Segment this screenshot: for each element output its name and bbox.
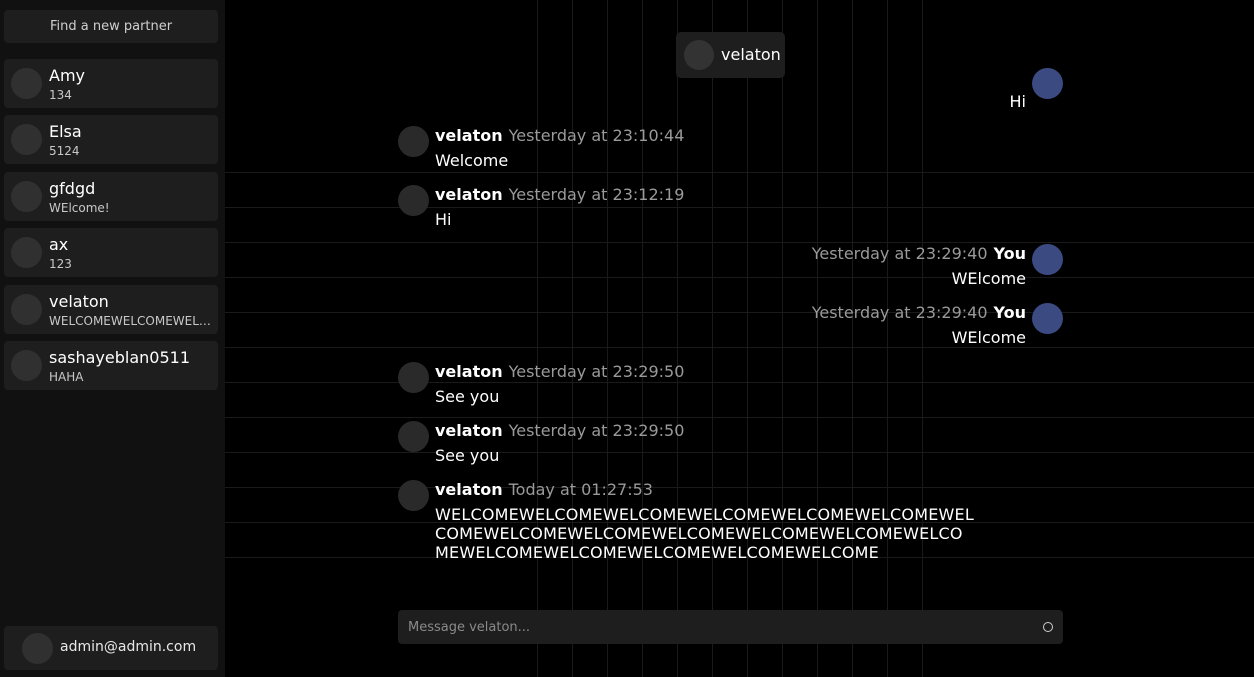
grid-line: [225, 172, 1254, 173]
grid-line: [225, 312, 1254, 313]
contact-last-message: WElcome!: [49, 201, 110, 215]
avatar: [398, 126, 429, 157]
contact-name: velaton: [49, 292, 109, 311]
contact-item-gfdgd[interactable]: gfdgd WElcome!: [4, 172, 218, 221]
contact-last-message: 5124: [49, 144, 80, 158]
contact-last-message: 134: [49, 88, 72, 102]
message-input[interactable]: [398, 610, 1018, 644]
message-text: Welcome: [435, 151, 509, 170]
grid-line: [225, 207, 1254, 208]
contact-item-ax[interactable]: ax 123: [4, 228, 218, 277]
message-text: WELCOMEWELCOMEWELCOMEWELCOMEWELCOMEWELCO…: [435, 505, 974, 562]
message-author: velaton: [435, 421, 503, 440]
message-time: Yesterday at 23:29:40: [811, 303, 988, 322]
contact-name: gfdgd: [49, 179, 96, 198]
account-email: admin@admin.com: [60, 639, 197, 655]
avatar: [1032, 68, 1063, 99]
account-panel[interactable]: admin@admin.com: [4, 626, 218, 670]
message-text: See you: [435, 446, 500, 465]
message-text: See you: [435, 387, 500, 406]
contact-last-message: HAHA: [49, 370, 84, 384]
grid-line: [225, 382, 1254, 383]
message-time: Yesterday at 23:29:40: [811, 244, 988, 263]
contact-name: sashayeblan0511: [49, 348, 190, 367]
message-author: velaton: [435, 362, 503, 381]
message-time: Yesterday at 23:10:44: [508, 126, 685, 145]
sidebar: Find a new partner Amy 134 Elsa 5124 gfd…: [0, 0, 225, 677]
message-text: Hi: [1009, 92, 1026, 111]
avatar: [22, 633, 53, 664]
message-time: Yesterday at 23:29:50: [508, 362, 685, 381]
contact-name: ax: [49, 235, 69, 254]
avatar: [1032, 303, 1063, 334]
contact-item-elsa[interactable]: Elsa 5124: [4, 115, 218, 164]
chat-panel: velaton Hi velaton Yesterday at 23:10:44 …: [225, 0, 1254, 677]
partner-name: velaton: [721, 45, 781, 64]
message-author: velaton: [435, 126, 503, 145]
contact-item-sashayeblan0511[interactable]: sashayeblan0511 HAHA: [4, 341, 218, 390]
message-time: Yesterday at 23:12:19: [508, 185, 685, 204]
grid-line: [225, 417, 1254, 418]
grid-line: [225, 452, 1254, 453]
message-text: WElcome: [951, 328, 1026, 347]
message-author: velaton: [435, 185, 503, 204]
avatar: [11, 68, 42, 99]
contact-name: Elsa: [49, 122, 82, 141]
send-icon[interactable]: [1043, 622, 1053, 632]
avatar: [398, 480, 429, 511]
message-author: velaton: [435, 480, 503, 499]
message-text: WElcome: [951, 269, 1026, 288]
contact-name: Amy: [49, 66, 85, 85]
contact-last-message: WELCOMEWELCOMEWELCOMEWELCOME: [49, 314, 214, 328]
grid-line: [225, 487, 1254, 488]
contact-last-message: 123: [49, 257, 72, 271]
avatar: [11, 294, 42, 325]
message-partial: Hi: [225, 68, 1254, 113]
message-author: You: [993, 244, 1027, 263]
partner-avatar: [684, 40, 714, 70]
message-time: Today at 01:27:53: [508, 480, 653, 499]
grid-line: [225, 277, 1254, 278]
avatar: [398, 362, 429, 393]
avatar: [11, 124, 42, 155]
avatar: [1032, 244, 1063, 275]
avatar: [11, 181, 42, 212]
avatar: [11, 350, 42, 381]
grid-line: [225, 242, 1254, 243]
message-author: You: [993, 303, 1027, 322]
message-composer: [398, 610, 1063, 644]
message-text: Hi: [435, 210, 452, 229]
contact-item-velaton[interactable]: velaton WELCOMEWELCOMEWELCOMEWELCOME: [4, 285, 218, 334]
avatar: [398, 185, 429, 216]
grid-line: [225, 347, 1254, 348]
find-partner-button[interactable]: Find a new partner: [4, 10, 218, 43]
avatar: [398, 421, 429, 452]
message-time: Yesterday at 23:29:50: [508, 421, 685, 440]
contact-item-amy[interactable]: Amy 134: [4, 59, 218, 108]
avatar: [11, 237, 42, 268]
